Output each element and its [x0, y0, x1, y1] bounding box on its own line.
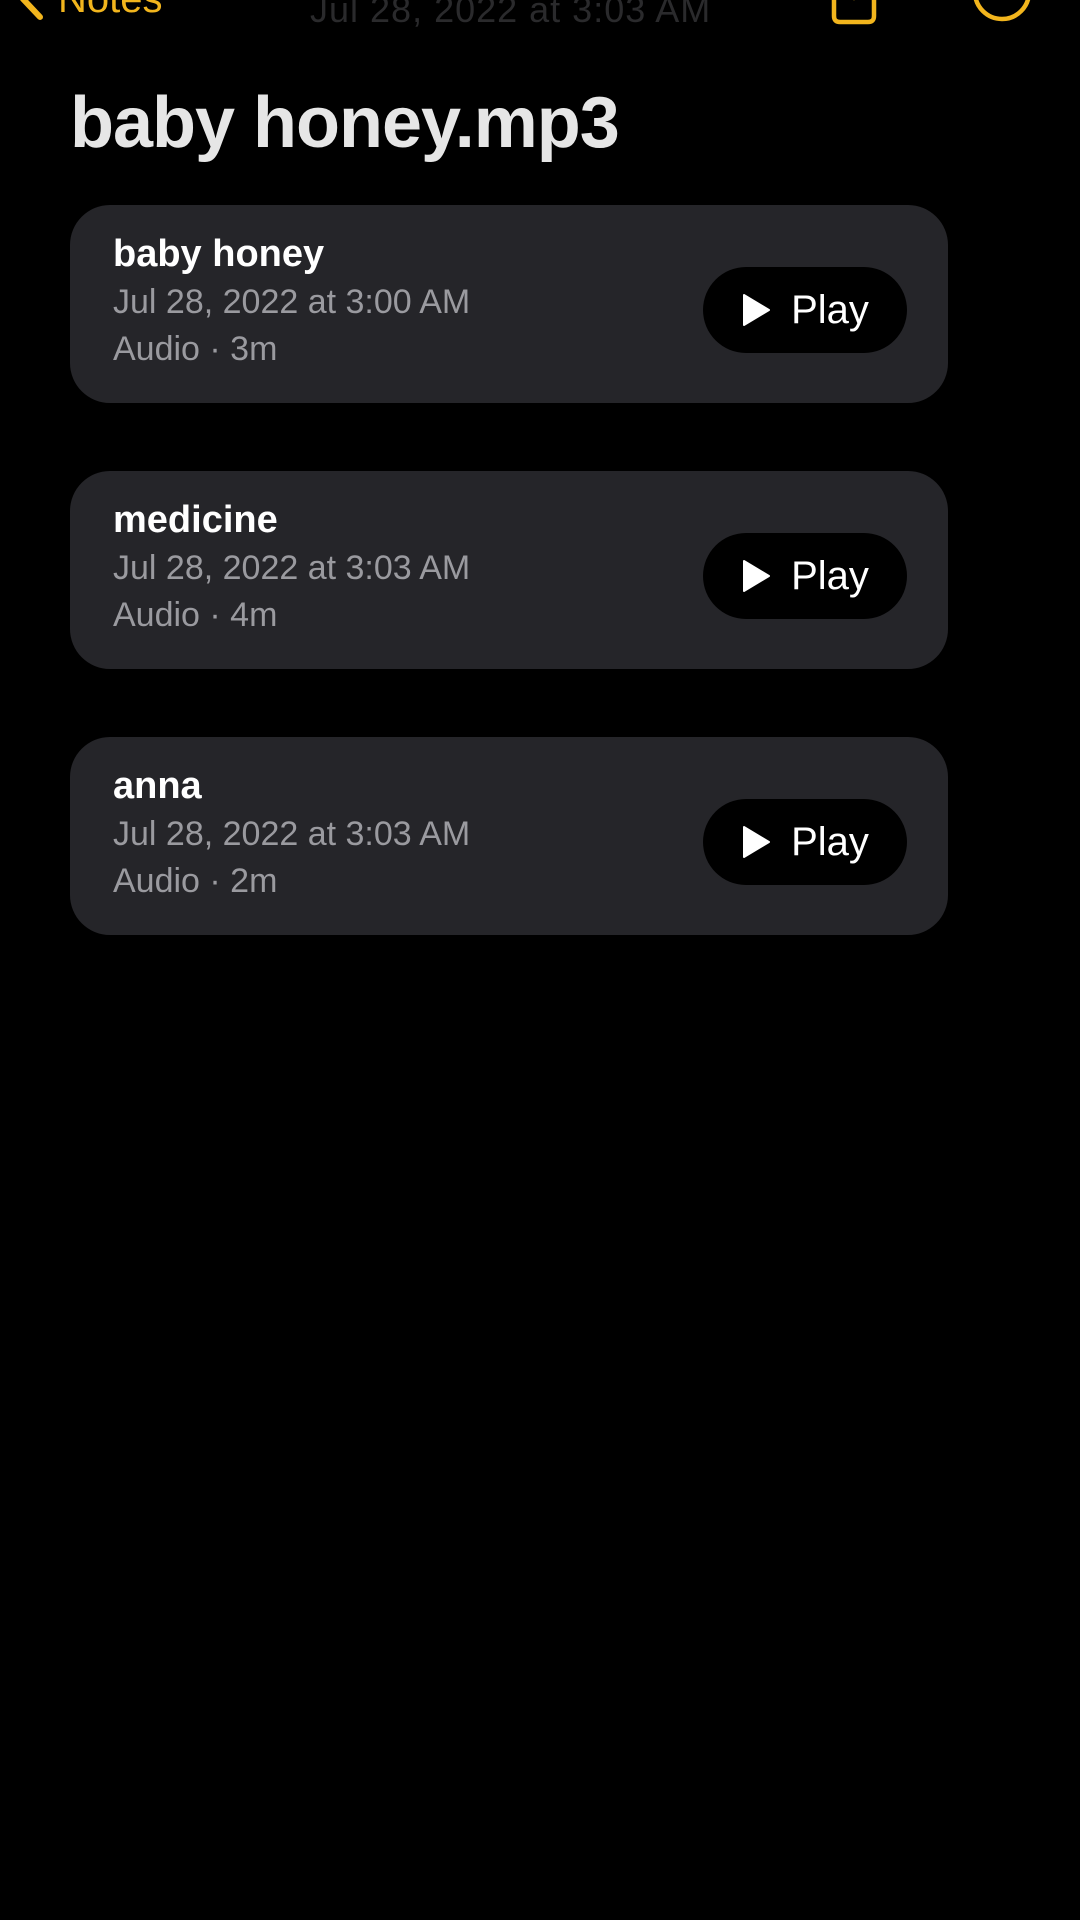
- back-button[interactable]: Notes: [18, 0, 163, 24]
- attachment-meta: Audio · 2m: [113, 862, 278, 900]
- note-screen: Notes Jul 28, 2022 at 3:03 AM baby honey…: [0, 0, 1080, 1920]
- attachment-list: baby honey Jul 28, 2022 at 3:00 AM Audio…: [70, 205, 948, 1003]
- play-label: Play: [791, 554, 869, 598]
- ellipsis-circle-icon: [973, 0, 1031, 22]
- audio-attachment-card[interactable]: medicine Jul 28, 2022 at 3:03 AM Audio ·…: [70, 471, 948, 669]
- share-icon: [831, 0, 877, 25]
- attachment-info: medicine Jul 28, 2022 at 3:03 AM Audio ·…: [113, 495, 470, 639]
- page-title: baby honey.mp3: [70, 83, 620, 163]
- play-button[interactable]: Play: [703, 799, 907, 885]
- attachment-date: Jul 28, 2022 at 3:03 AM: [113, 815, 471, 853]
- play-label: Play: [791, 820, 869, 864]
- play-button[interactable]: Play: [703, 267, 907, 353]
- attachment-date: Jul 28, 2022 at 3:00 AM: [113, 283, 471, 321]
- play-icon: [743, 560, 771, 592]
- share-button[interactable]: [826, 0, 882, 26]
- attachment-date: Jul 28, 2022 at 3:03 AM: [113, 549, 471, 587]
- audio-attachment-card[interactable]: anna Jul 28, 2022 at 3:03 AM Audio · 2m …: [70, 737, 948, 935]
- attachment-title: medicine: [113, 499, 278, 541]
- attachment-info: anna Jul 28, 2022 at 3:03 AM Audio · 2m: [113, 761, 470, 905]
- play-label: Play: [791, 288, 869, 332]
- play-button[interactable]: Play: [703, 533, 907, 619]
- play-icon: [743, 826, 771, 858]
- back-label: Notes: [58, 0, 163, 24]
- audio-attachment-card[interactable]: baby honey Jul 28, 2022 at 3:00 AM Audio…: [70, 205, 948, 403]
- note-date: Jul 28, 2022 at 3:03 AM: [310, 0, 712, 30]
- more-button[interactable]: [970, 0, 1034, 24]
- chevron-left-icon: [20, 0, 43, 20]
- attachment-meta: Audio · 3m: [113, 330, 278, 368]
- attachment-info: baby honey Jul 28, 2022 at 3:00 AM Audio…: [113, 229, 470, 373]
- play-icon: [743, 294, 771, 326]
- attachment-title: anna: [113, 765, 202, 807]
- attachment-title: baby honey: [113, 233, 325, 275]
- navigation-bar: Notes Jul 28, 2022 at 3:03 AM: [0, 0, 1080, 40]
- attachment-meta: Audio · 4m: [113, 596, 278, 634]
